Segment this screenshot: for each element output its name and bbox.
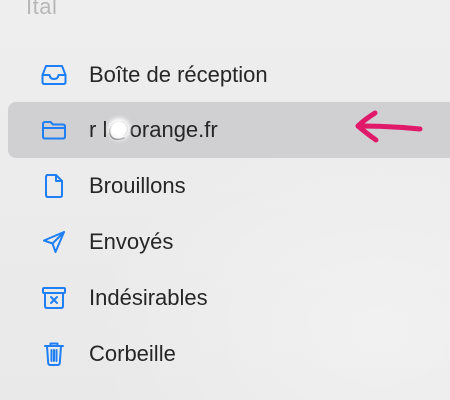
sidebar-item-label: Boîte de réception (89, 62, 268, 87)
trash-icon (40, 340, 68, 368)
pink-arrow-icon (355, 110, 423, 143)
sidebar-item-junk[interactable]: Indésirables (8, 270, 450, 326)
sidebar-item-label: Envoyés (89, 229, 174, 254)
sidebar-item-sent[interactable]: Envoyés (8, 214, 450, 270)
sidebar-item-drafts[interactable]: Brouillons (8, 158, 450, 214)
redaction-blur (108, 118, 130, 140)
sidebar-item-inbox[interactable]: Boîte de réception (8, 47, 450, 103)
sidebar-item-label: Indésirables (89, 285, 208, 310)
sidebar-item-label: Brouillons (89, 173, 186, 198)
junk-box-icon (40, 284, 68, 312)
paper-plane-icon (40, 228, 68, 256)
sidebar-item-label: Corbeille (89, 341, 176, 366)
document-icon (40, 172, 68, 200)
folder-icon (40, 116, 68, 144)
inbox-tray-icon (40, 61, 68, 89)
sidebar-item-trash[interactable]: Corbeille (8, 326, 450, 382)
mailbox-list: Boîte de réception r l@orange.fr Brouill… (0, 0, 450, 400)
